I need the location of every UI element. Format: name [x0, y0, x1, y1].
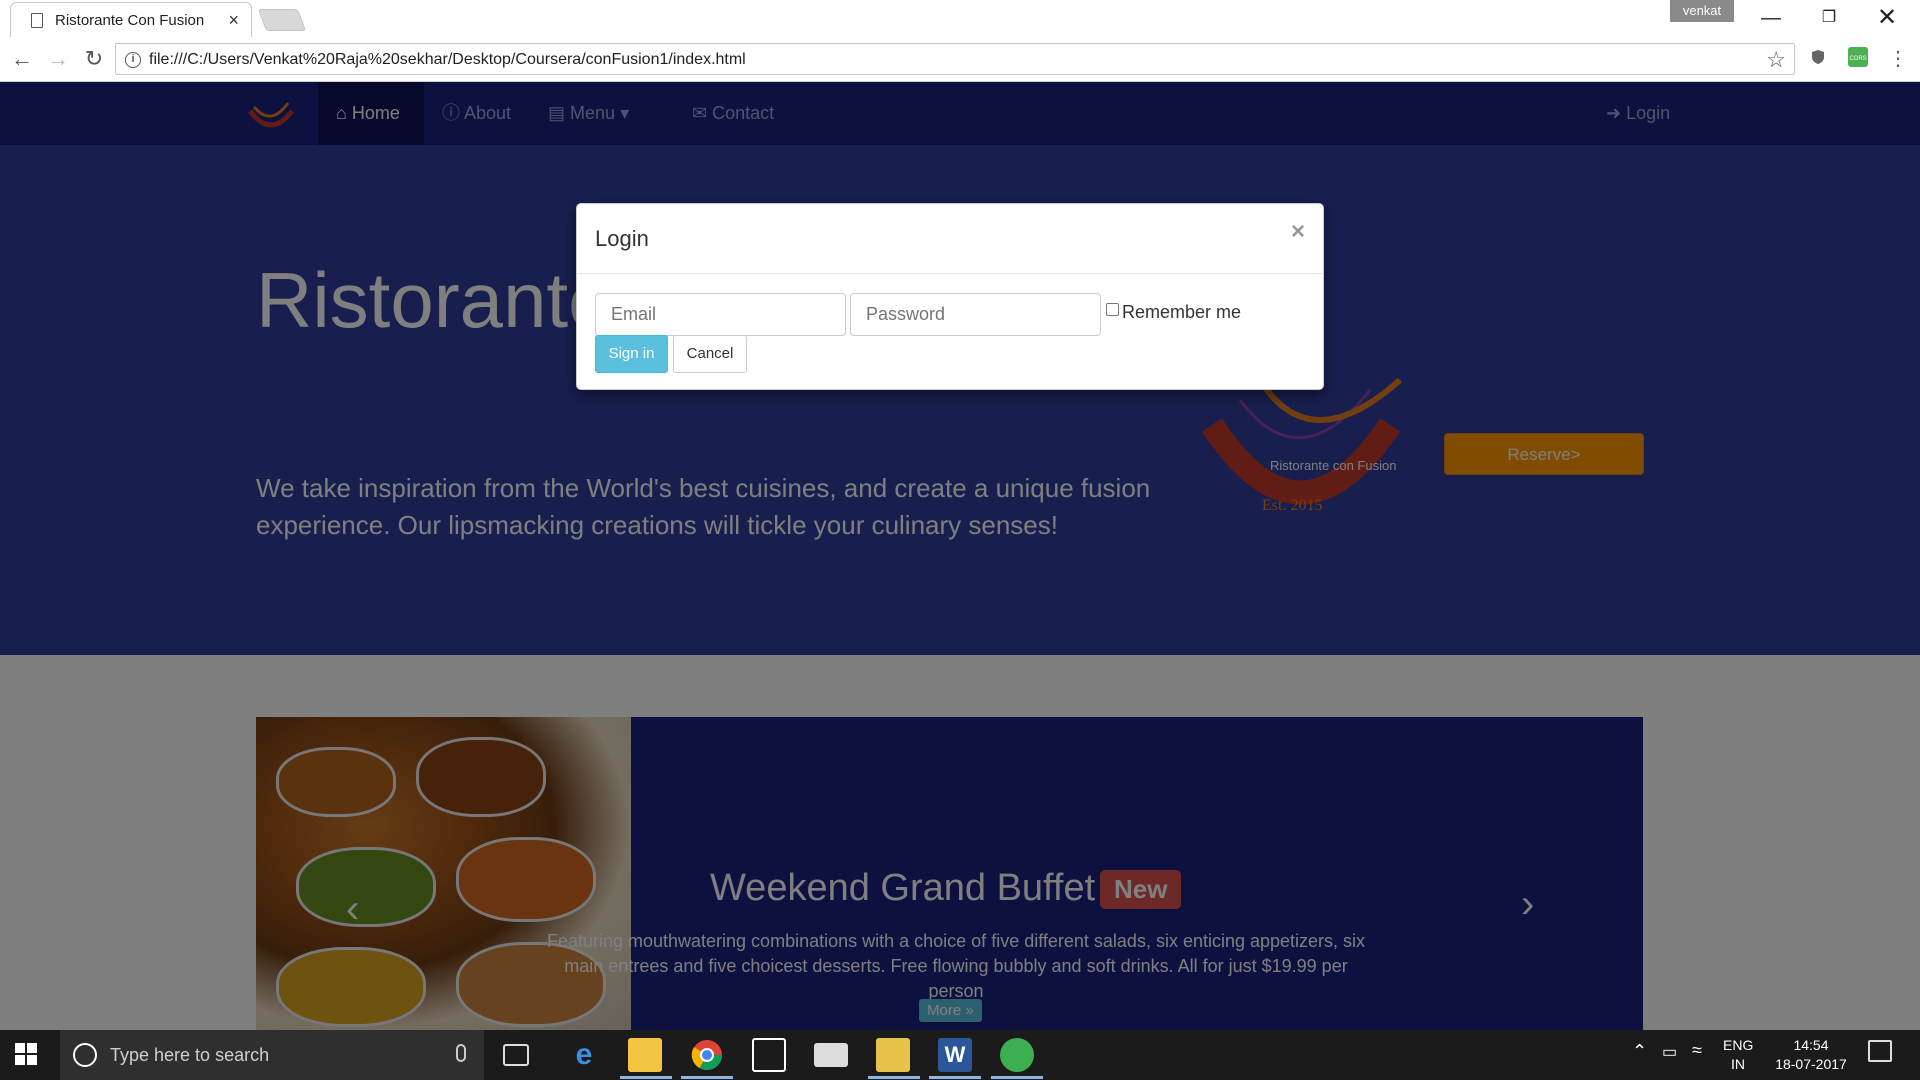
address-bar[interactable]: i file:///C:/Users/Venkat%20Raja%20sekha…	[115, 43, 1795, 75]
new-tab-button[interactable]	[257, 9, 307, 31]
taskbar-search[interactable]: Type here to search	[60, 1030, 484, 1080]
cors-extension-icon[interactable]: CORS	[1848, 47, 1868, 67]
forward-arrow-icon[interactable]: →	[44, 45, 72, 73]
shield-extension-icon[interactable]	[1808, 47, 1828, 67]
close-window-icon[interactable]: ✕	[1864, 4, 1910, 32]
windows-taskbar: Type here to search e W ⌃ ▭ ≈ ENG IN 14:…	[0, 1030, 1920, 1080]
remember-checkbox[interactable]	[1106, 303, 1119, 316]
store-icon[interactable]	[752, 1038, 786, 1072]
minimize-icon[interactable]: —	[1748, 4, 1794, 32]
login-modal: Login × Remember me Sign in Cancel	[576, 203, 1324, 390]
modal-title: Login	[595, 226, 649, 251]
edge-icon[interactable]: e	[567, 1038, 601, 1072]
cortana-icon[interactable]	[73, 1043, 97, 1067]
cors-label: CORS	[1849, 56, 1866, 62]
word-icon[interactable]: W	[938, 1038, 972, 1072]
page-icon	[31, 13, 43, 28]
battery-icon[interactable]: ▭	[1662, 1043, 1677, 1062]
clock-time: 14:54	[1793, 1037, 1829, 1053]
browser-titlebar: Ristorante Con Fusion × venkat — ❐ ✕	[0, 0, 1920, 37]
reload-icon[interactable]: ↻	[80, 45, 108, 73]
globe-active-indicator	[991, 1076, 1043, 1079]
mail-icon[interactable]	[814, 1043, 848, 1067]
notifications-icon[interactable]	[1868, 1040, 1892, 1062]
task-view-icon[interactable]	[503, 1044, 529, 1066]
password-field[interactable]	[850, 293, 1101, 336]
email-field[interactable]	[595, 293, 846, 336]
language-code: ENG	[1723, 1037, 1754, 1053]
restore-icon[interactable]: ❐	[1806, 4, 1852, 32]
back-arrow-icon[interactable]: ←	[8, 45, 36, 73]
tab-title: Ristorante Con Fusion	[55, 12, 205, 29]
chrome-active-indicator	[681, 1076, 733, 1079]
browser-tab[interactable]: Ristorante Con Fusion ×	[10, 2, 252, 37]
clock[interactable]: 14:54 18-07-2017	[1768, 1036, 1854, 1074]
chrome-icon[interactable]	[690, 1038, 724, 1072]
modal-close-icon[interactable]: ×	[1291, 218, 1305, 246]
tray-chevron-up-icon[interactable]: ⌃	[1632, 1042, 1647, 1061]
app-active-indicator	[868, 1076, 920, 1079]
tab-close-icon[interactable]: ×	[228, 10, 239, 31]
sign-in-button[interactable]: Sign in	[595, 335, 668, 373]
address-url[interactable]: file:///C:/Users/Venkat%20Raja%20sekhar/…	[149, 51, 746, 69]
wifi-icon[interactable]: ≈	[1692, 1041, 1702, 1060]
taskbar-search-placeholder[interactable]: Type here to search	[110, 1045, 269, 1066]
remember-me[interactable]: Remember me	[1106, 302, 1241, 323]
word-active-indicator	[929, 1076, 981, 1079]
app-icon[interactable]	[876, 1038, 910, 1072]
explorer-active-indicator	[620, 1076, 672, 1079]
globe-app-icon[interactable]	[1000, 1038, 1034, 1072]
info-icon[interactable]: i	[125, 52, 141, 68]
windows-start-icon[interactable]	[15, 1043, 37, 1065]
region-code: IN	[1731, 1056, 1745, 1072]
chrome-menu-icon[interactable]: ⋮	[1884, 45, 1912, 73]
modal-header: Login ×	[577, 204, 1323, 274]
cancel-button[interactable]: Cancel	[673, 335, 747, 373]
browser-toolbar: ← → ↻ i file:///C:/Users/Venkat%20Raja%2…	[0, 37, 1920, 82]
clock-date: 18-07-2017	[1775, 1056, 1847, 1072]
profile-badge[interactable]: venkat	[1670, 0, 1734, 22]
web-page: ⌂ Home ⓘ About ▤ Menu ▾ ✉ Contact ➜ Logi…	[0, 82, 1920, 1030]
microphone-icon[interactable]	[456, 1044, 466, 1062]
bookmark-star-icon[interactable]: ☆	[1766, 47, 1786, 73]
file-explorer-icon[interactable]	[628, 1038, 662, 1072]
remember-label: Remember me	[1122, 302, 1242, 322]
language-indicator[interactable]: ENG IN	[1723, 1036, 1753, 1074]
